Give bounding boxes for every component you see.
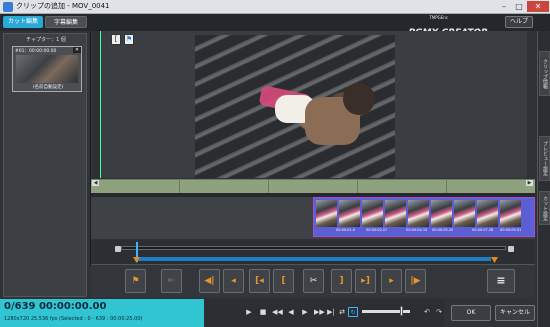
- scrub-end-handle[interactable]: [508, 246, 514, 252]
- frame-timecode: 0/639 00:00:00.00: [4, 301, 107, 312]
- clip-timecode: 00:00:07.28: [472, 228, 494, 232]
- top-toolbar: カット編集 字幕編集 TMPGEnc PGMX CREATOR ヘルプ: [0, 14, 550, 38]
- clip-timecode: 00:00:02.07: [366, 228, 388, 232]
- prev-frame-button[interactable]: ◂: [223, 269, 244, 293]
- chapter-panel: チャプター：1 個 #01：00:00:00.00 ✕ (名前自動設定): [3, 33, 87, 297]
- minimize-button[interactable]: –: [497, 1, 511, 12]
- help-button[interactable]: ヘルプ: [505, 16, 533, 28]
- step-forward-button[interactable]: ▶: [300, 307, 310, 317]
- side-tab-bar: クリップ情報 プレビュー設定 カット設定: [537, 31, 550, 327]
- video-preview: [195, 35, 395, 178]
- cut-end-marker-icon[interactable]: [491, 257, 498, 263]
- clip-frame-thumbnail: [500, 200, 521, 227]
- frame-strip: [93, 31, 101, 178]
- clip-add-window: クリップの追加 - MOV_0041 – □ ✕ カット編集 字幕編集 TMPG…: [0, 0, 550, 327]
- position-slider[interactable]: [121, 246, 506, 250]
- title-bar: クリップの追加 - MOV_0041 – □ ✕: [0, 0, 550, 14]
- rewind-button[interactable]: ◀◀: [272, 307, 283, 317]
- tab-clip-info[interactable]: クリップ情報: [539, 51, 550, 96]
- stop-button[interactable]: ■: [258, 307, 268, 317]
- cut-list-button[interactable]: ≡: [487, 269, 515, 293]
- go-to-cut-start-button[interactable]: [◂: [249, 269, 270, 293]
- set-cut-end-button[interactable]: ]: [331, 269, 352, 293]
- scrub-area: [91, 240, 535, 264]
- selected-range: [137, 257, 491, 261]
- chapter-timecode: #01：00:00:00.00: [15, 49, 57, 54]
- cancel-button[interactable]: キャンセル: [495, 305, 535, 321]
- timeline-tick: [268, 180, 269, 194]
- next-frame-button[interactable]: ▸: [381, 269, 402, 293]
- clip-frame-thumbnail: [362, 200, 383, 227]
- clip-frame-thumbnail: [339, 200, 360, 227]
- maximize-button[interactable]: □: [512, 1, 526, 12]
- clip-track: 00:00:01.0 00:00:02.07 00:00:04.15 00:00…: [91, 197, 535, 239]
- chapter-thumbnail: [16, 55, 78, 83]
- fast-forward-button[interactable]: ▶▶: [314, 307, 325, 317]
- bracket-marker-icon[interactable]: [: [111, 34, 121, 45]
- timeline-scroll-left-icon[interactable]: ◀: [92, 180, 99, 186]
- timeline-scroll-right-icon[interactable]: ▶: [526, 180, 533, 186]
- clip-frame-thumbnail: [477, 200, 498, 227]
- brand-logo: TMPGEnc PGMX CREATOR: [408, 15, 488, 38]
- player-controls: ▶ ■ ◀◀ ◀ ▶ ▶▶ ▶| ⇄ ↻ ↶ ↷: [204, 299, 444, 327]
- redo-icon[interactable]: ↷: [434, 307, 444, 317]
- chapter-card[interactable]: #01：00:00:00.00 ✕ (名前自動設定): [12, 46, 82, 92]
- go-to-end-button[interactable]: |▶: [405, 269, 426, 293]
- clip-timecode: 00:00:05.20: [432, 228, 454, 232]
- go-end-button[interactable]: ▶|: [326, 307, 336, 317]
- tab-cut-edit[interactable]: カット編集: [3, 16, 43, 28]
- video-info: 1280x720 25.536 fps (Selected : 0 - 639 …: [4, 316, 143, 322]
- timeline-tick: [357, 180, 358, 194]
- clip-frame-thumbnail: [385, 200, 406, 227]
- go-to-cut-end-button[interactable]: ▸]: [355, 269, 376, 293]
- play-button[interactable]: ▶: [244, 307, 254, 317]
- brand-small-text: TMPGEnc: [429, 15, 448, 20]
- clip-frame-thumbnail: [316, 200, 337, 227]
- tab-preview-settings[interactable]: プレビュー設定: [539, 136, 550, 181]
- clip-timecode: 00:00:09.01: [500, 228, 522, 232]
- delete-chapter-button[interactable]: ⇤: [161, 269, 182, 293]
- timeline-tick: [179, 180, 180, 194]
- timeline-tick: [446, 180, 447, 194]
- close-button[interactable]: ✕: [527, 1, 549, 12]
- clip-strip[interactable]: 00:00:01.0 00:00:02.07 00:00:04.15 00:00…: [313, 197, 535, 237]
- set-cut-start-button[interactable]: [: [273, 269, 294, 293]
- clip-timecode: 00:00:01.0: [336, 228, 356, 232]
- tab-cut-settings[interactable]: カット設定: [539, 191, 550, 225]
- step-back-button[interactable]: ◀: [286, 307, 296, 317]
- chapter-name: (名前自動設定): [32, 85, 64, 90]
- clip-frame-thumbnail: [408, 200, 429, 227]
- app-icon: [3, 2, 13, 12]
- cut-button[interactable]: ✂: [303, 269, 324, 293]
- clip-frame-thumbnail: [431, 200, 452, 227]
- tab-subtitle-edit[interactable]: 字幕編集: [45, 16, 87, 28]
- volume-knob[interactable]: [400, 306, 403, 316]
- go-to-start-button[interactable]: ◀|: [199, 269, 220, 293]
- video-content: [343, 83, 375, 115]
- flag-marker-icon[interactable]: ⚑: [124, 34, 134, 45]
- undo-icon[interactable]: ↶: [422, 307, 432, 317]
- status-bar: 0/639 00:00:00.00 1280x720 25.536 fps (S…: [0, 299, 204, 327]
- ok-button[interactable]: OK: [451, 305, 491, 321]
- loop-icon[interactable]: ⇄: [337, 307, 347, 317]
- chapter-count-label: チャプター：1 個: [26, 37, 66, 43]
- repeat-icon[interactable]: ↻: [348, 307, 358, 317]
- chapter-timeline[interactable]: [91, 179, 535, 194]
- clip-timecode: 00:00:04.15: [406, 228, 428, 232]
- chapter-delete-icon[interactable]: ✕: [73, 47, 81, 53]
- clip-frame-thumbnail: [454, 200, 475, 227]
- window-title: クリップの追加 - MOV_0041: [16, 2, 110, 10]
- edit-toolbar: ⚑ ⇤ ◀| ◂ [◂ [ ✂ ] ▸] ▸ |▶ ≡: [91, 264, 535, 297]
- preview-area: [ ⚑: [93, 31, 527, 178]
- set-chapter-button[interactable]: ⚑: [125, 269, 146, 293]
